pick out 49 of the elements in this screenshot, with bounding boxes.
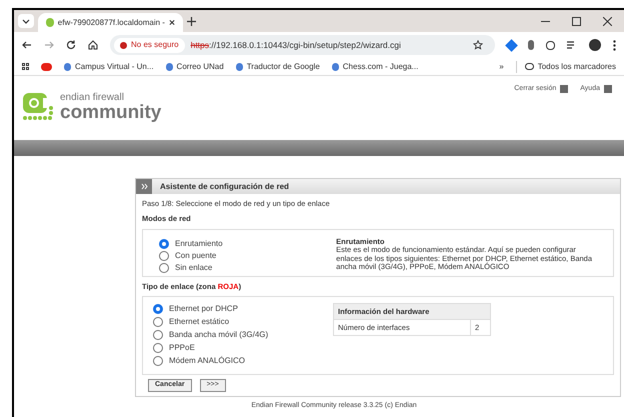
bookmark[interactable]: Traductor de Google [236, 60, 320, 72]
address-bar[interactable]: No es seguro https://192.168.0.1:10443/cgi-bin/setup/step2/wizard.cgi [110, 35, 495, 55]
apps-icon[interactable] [22, 63, 29, 70]
home-icon[interactable] [88, 40, 98, 50]
media-icon[interactable] [567, 41, 577, 49]
radio-button[interactable] [153, 343, 163, 354]
radio-button[interactable] [153, 317, 163, 328]
radio-button[interactable] [153, 356, 163, 366]
browser-tab[interactable]: efw-799020877f.localdomain - [38, 13, 183, 32]
extension-icon[interactable] [505, 38, 518, 52]
radio-button[interactable] [159, 250, 169, 260]
chevron-down-icon[interactable] [18, 14, 34, 28]
overflow-button[interactable]: » [499, 60, 504, 72]
panel-title: Asistente de configuración de red [160, 180, 289, 192]
bookmarks-folder[interactable]: Todos los marcadores [516, 60, 616, 72]
bookmark[interactable]: Chess.com - Juega... [332, 60, 418, 72]
favicon-icon [46, 18, 54, 27]
radio-label: Sin enlace [175, 262, 212, 274]
security-chip[interactable]: No es seguro [114, 38, 185, 52]
reload-icon[interactable] [66, 40, 76, 50]
plus-icon[interactable] [187, 17, 196, 26]
logo-tagline: endian firewall [60, 93, 125, 103]
radio-label: Con puente [175, 250, 216, 262]
radio-button[interactable] [153, 330, 163, 340]
radio-label: Ethernet por DHCP [169, 303, 238, 316]
back-icon[interactable] [22, 40, 32, 50]
more-icon[interactable] [613, 40, 616, 50]
radio-label: Enrutamiento [175, 238, 223, 250]
maximize-icon[interactable] [572, 17, 581, 26]
radio-label: PPPoE [169, 342, 195, 354]
close-icon[interactable] [168, 19, 175, 26]
warning-icon [120, 42, 127, 48]
avatar-icon[interactable] [589, 39, 601, 51]
close-icon[interactable] [603, 17, 612, 26]
bookmark[interactable]: Campus Virtual - Un... [64, 60, 154, 72]
tab-title: efw-799020877f.localdomain - [58, 16, 165, 28]
extension-icon[interactable] [528, 40, 534, 50]
radio-label: Ethernet estático [169, 316, 230, 328]
star-icon[interactable] [473, 40, 483, 50]
radio-label: Módem ANALÓGICO [169, 355, 246, 368]
url-text: https://192.168.0.1:10443/cgi-bin/setup/step2/wizard.cgi [190, 38, 401, 52]
radio-label: Banda ancha móvil (3G/4G) [169, 329, 268, 342]
radio-button[interactable] [159, 238, 169, 248]
video-icon[interactable] [41, 62, 52, 70]
bookmark[interactable]: Correo UNad [166, 60, 224, 72]
radio-button[interactable] [159, 262, 169, 272]
radio-button[interactable] [153, 304, 163, 314]
logo-wordmark: community [60, 103, 162, 122]
logo-icon [22, 92, 56, 122]
